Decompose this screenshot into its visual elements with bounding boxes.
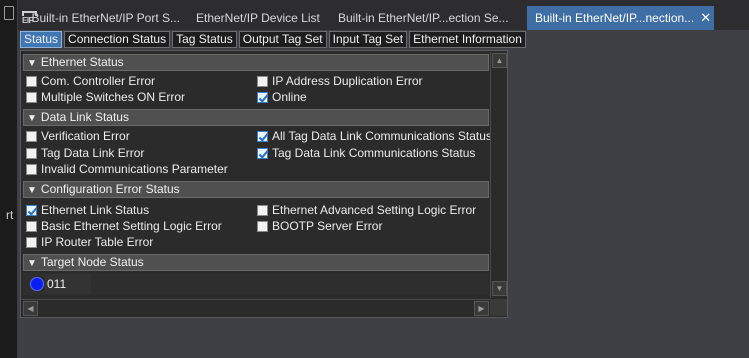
status-tag-data-link-comm: Tag Data Link Communications Status <box>257 145 475 161</box>
status-basic-ethernet-setting-error: Basic Ethernet Setting Logic Error <box>26 218 222 234</box>
doc-tab-port-settings[interactable]: EIP Built-in EtherNet/IP Port S... <box>18 6 188 30</box>
checkbox-unchecked-icon <box>257 75 268 87</box>
doc-tab-label: Built-in EtherNet/IP Port S... <box>31 11 180 25</box>
checkbox-unchecked-icon <box>26 147 37 159</box>
doc-tab-device-list[interactable]: EtherNet/IP Device List <box>188 6 330 30</box>
left-dock-strip: rt <box>0 0 18 358</box>
scroll-down-icon[interactable]: ▼ <box>492 281 507 296</box>
collapse-triangle-icon: ▼ <box>27 185 37 196</box>
checkbox-unchecked-icon <box>26 130 37 142</box>
tab-output-tag-set[interactable]: Output Tag Set <box>238 31 327 48</box>
checkbox-unchecked-icon <box>257 220 268 232</box>
doc-tab-label: Built-in EtherNet/IP...nection... <box>535 11 695 25</box>
close-icon[interactable]: ✕ <box>700 10 711 26</box>
collapse-triangle-icon: ▼ <box>27 258 37 269</box>
doc-tab-connection-status-active[interactable]: Built-in EtherNet/IP...nection... ✕ <box>527 6 714 30</box>
inner-tab-bar: Status Connection Status Tag Status Outp… <box>20 31 528 48</box>
doc-tab-label: EtherNet/IP Device List <box>196 11 320 25</box>
collapse-triangle-icon: ▼ <box>27 113 37 124</box>
horizontal-scrollbar[interactable]: ◀ ▶ <box>22 299 490 316</box>
node-label: 011 <box>47 277 67 291</box>
checkbox-checked-icon <box>26 204 37 216</box>
status-all-tag-data-link-comm: All Tag Data Link Communications Status <box>257 128 492 144</box>
status-ethernet-link: Ethernet Link Status <box>26 202 149 218</box>
scrollbar-corner <box>490 299 507 316</box>
status-multiple-switches-on-error: Multiple Switches ON Error <box>26 89 185 105</box>
tab-ethernet-information[interactable]: Ethernet Information <box>409 31 526 48</box>
status-invalid-comm-parameter: Invalid Communications Parameter <box>26 161 228 177</box>
document-tab-bar: EIP Built-in EtherNet/IP Port S... Ether… <box>18 6 749 30</box>
status-ip-address-duplication-error: IP Address Duplication Error <box>257 73 423 89</box>
status-bootp-server-error: BOOTP Server Error <box>257 218 382 234</box>
tab-status[interactable]: Status <box>20 31 63 48</box>
status-panel: ▼ Ethernet Status Com. Controller Error I… <box>20 50 508 318</box>
scroll-up-icon[interactable]: ▲ <box>492 53 507 68</box>
node-status-dot-icon <box>30 277 44 291</box>
eip-icon: EIP <box>22 11 37 25</box>
target-node-row: 011 <box>23 273 489 295</box>
section-header-config-error-status[interactable]: ▼ Configuration Error Status <box>23 181 489 198</box>
section-header-data-link-status[interactable]: ▼ Data Link Status <box>23 109 489 126</box>
scroll-right-icon[interactable]: ▶ <box>474 301 489 316</box>
tab-input-tag-set[interactable]: Input Tag Set <box>328 31 408 48</box>
status-verification-error: Verification Error <box>26 128 130 144</box>
checkbox-unchecked-icon <box>26 236 37 248</box>
status-ip-router-table-error: IP Router Table Error <box>26 234 153 250</box>
tab-tag-status[interactable]: Tag Status <box>172 31 237 48</box>
status-tag-data-link-error: Tag Data Link Error <box>26 145 144 161</box>
status-online: Online <box>257 89 307 105</box>
checkbox-unchecked-icon <box>26 75 37 87</box>
section-header-ethernet-status[interactable]: ▼ Ethernet Status <box>23 54 489 71</box>
doc-tab-label: Built-in EtherNet/IP...ection Se... <box>338 11 509 25</box>
tab-connection-status[interactable]: Connection Status <box>64 31 171 48</box>
collapse-triangle-icon: ▼ <box>27 58 37 69</box>
checkbox-checked-icon <box>257 91 268 103</box>
checkbox-unchecked-icon <box>26 163 37 175</box>
vertical-scrollbar[interactable]: ▲ ▼ <box>490 52 507 298</box>
checkbox-checked-icon <box>257 147 268 159</box>
status-ethernet-advanced-setting-error: Ethernet Advanced Setting Logic Error <box>257 202 476 218</box>
scroll-left-icon[interactable]: ◀ <box>23 301 38 316</box>
left-text-fragment: rt <box>6 208 14 222</box>
doc-tab-connection-settings[interactable]: Built-in EtherNet/IP...ection Se... <box>330 6 527 30</box>
pin-icon[interactable] <box>4 6 14 20</box>
section-header-target-node-status[interactable]: ▼ Target Node Status <box>23 254 489 271</box>
checkbox-unchecked-icon <box>26 220 37 232</box>
checkbox-unchecked-icon <box>26 91 37 103</box>
checkbox-unchecked-icon <box>257 204 268 216</box>
checkbox-checked-icon <box>257 130 268 142</box>
status-com-controller-error: Com. Controller Error <box>26 73 155 89</box>
